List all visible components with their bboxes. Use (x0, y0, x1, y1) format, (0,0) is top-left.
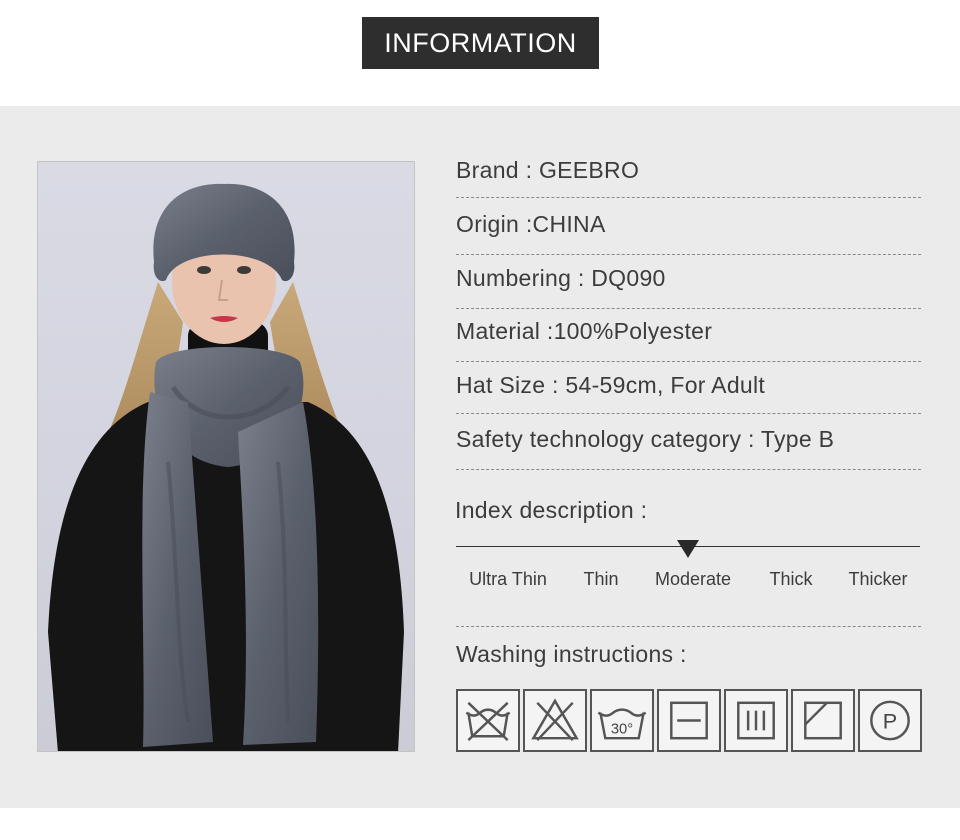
divider (456, 197, 921, 198)
numbering-line: Numbering : DQ090 (456, 265, 666, 291)
scale-label-thicker: Thicker (848, 569, 908, 589)
scale-marker-icon (677, 540, 699, 558)
product-photo (37, 161, 415, 752)
divider (456, 254, 921, 255)
divider (456, 469, 921, 470)
scale-label-ultra-thin: Ultra Thin (469, 569, 547, 589)
footer-band (0, 808, 960, 840)
dry-in-shade-icon (791, 689, 855, 752)
divider (456, 626, 921, 627)
scale-label-moderate: Moderate (654, 569, 732, 589)
wash-temp-label: 30° (611, 721, 633, 737)
brand-line: Brand : GEEBRO (456, 157, 640, 183)
thickness-scale-labels: Ultra Thin Thin Moderate Thick Thicker (456, 569, 920, 591)
origin-line: Origin :CHINA (456, 211, 606, 237)
hat-size-line: Hat Size : 54-59cm, For Adult (456, 372, 766, 398)
scale-label-thick: Thick (769, 569, 813, 589)
index-description-title: Index description : (455, 497, 648, 523)
model-illustration (48, 183, 404, 751)
scale-label-thin: Thin (583, 569, 619, 589)
do-not-bleach-icon (523, 689, 587, 752)
drip-dry-icon (724, 689, 788, 752)
divider (456, 413, 921, 414)
care-icons-row: 30° P (456, 689, 922, 752)
divider (456, 361, 921, 362)
header-band: INFORMATION (0, 0, 960, 106)
wash-30-icon: 30° (590, 689, 654, 752)
professional-dry-clean-icon: P (858, 689, 922, 752)
material-line: Material :100%Polyester (456, 318, 713, 344)
safety-category-line: Safety technology category : Type B (456, 426, 835, 452)
washing-instructions-title: Washing instructions : (456, 641, 687, 667)
divider (456, 308, 921, 309)
dry-clean-letter: P (883, 708, 897, 733)
dry-flat-icon (657, 689, 721, 752)
page-title: INFORMATION (362, 17, 599, 69)
do-not-wash-icon (456, 689, 520, 752)
